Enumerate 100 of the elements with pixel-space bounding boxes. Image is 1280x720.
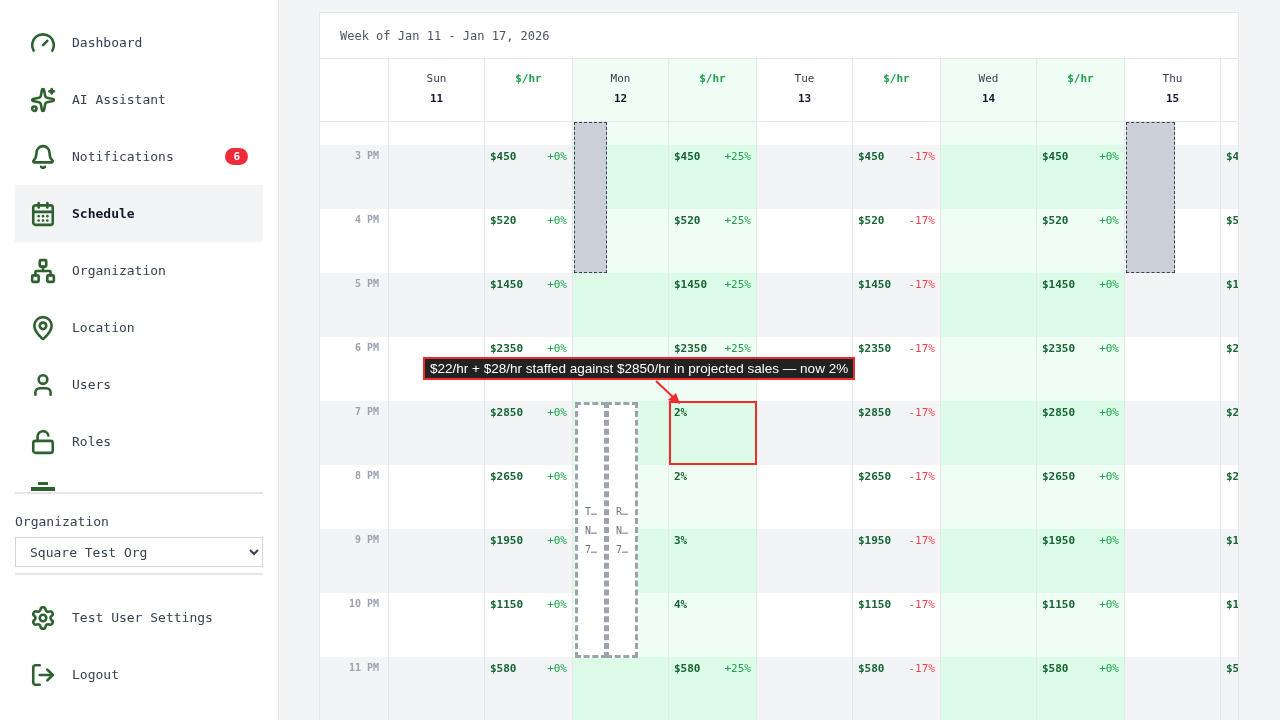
sales-amount: $1 [1226, 598, 1238, 611]
sales-amount: $1150 [490, 598, 524, 611]
labor-ratio: 4% [674, 598, 688, 611]
sales-amount: $450 [1042, 150, 1069, 163]
sales-amount: $1450 [1042, 278, 1076, 291]
sales-amount: $1950 [858, 534, 892, 547]
sales-amount: $4 [1226, 150, 1238, 163]
shift-block[interactable] [1126, 122, 1175, 273]
sales-change: +0% [547, 214, 567, 227]
rate-header: $/hr [1067, 72, 1094, 85]
sales-amount: $2 [1226, 342, 1238, 355]
rate-header: $/hr [515, 72, 542, 85]
sales-amount: $5 [1226, 214, 1238, 227]
sales-change: -17% [908, 598, 935, 611]
rate-header: $/hr [699, 72, 726, 85]
bell-icon [30, 143, 56, 170]
sales-change: -17% [908, 662, 935, 675]
sales-amount: $520 [858, 214, 885, 227]
shift-block[interactable] [574, 122, 607, 273]
sales-amount: $520 [674, 214, 701, 227]
day-name: Wed [978, 72, 999, 85]
sales-change: -17% [908, 278, 935, 291]
time-label: 8 PM [354, 470, 379, 481]
nav-item[interactable]: Roles [15, 413, 263, 470]
sales-amount: $450 [858, 150, 885, 163]
sales-change: +0% [1099, 662, 1119, 675]
sales-amount: $1950 [490, 534, 524, 547]
shift-text: T… [584, 505, 597, 517]
sales-amount: $520 [490, 214, 517, 227]
sales-amount: $2650 [490, 470, 524, 483]
sales-amount: $2 [1226, 470, 1238, 483]
callout-arrow [654, 380, 682, 406]
nav-item[interactable]: AI Assistant [15, 71, 263, 128]
unlocked-padlock-icon [30, 428, 56, 455]
sales-change: +0% [547, 150, 567, 163]
logout-icon [30, 661, 56, 688]
day-date: 11 [429, 92, 444, 105]
sales-change: +0% [547, 470, 567, 483]
open-shift-block[interactable]: R… N… 7… [606, 402, 638, 658]
sales-amount: $5 [1226, 662, 1238, 675]
sales-change: +0% [547, 406, 567, 419]
sales-amount: $2350 [1042, 342, 1076, 355]
time-label: 11 PM [348, 662, 379, 673]
sales-change: +0% [547, 342, 567, 355]
sales-amount: $580 [1042, 662, 1069, 675]
week-title: Week of Jan 11 - Jan 17, 2026 [340, 28, 550, 43]
sales-amount: $2850 [1042, 406, 1076, 419]
sales-amount: $1150 [1042, 598, 1076, 611]
time-label: 4 PM [354, 214, 379, 225]
sales-amount: $2350 [858, 342, 892, 355]
organization-select[interactable]: Square Test Org [15, 537, 263, 567]
shift-text: N… [615, 524, 628, 536]
sales-amount: $580 [490, 662, 517, 675]
sales-amount: $2350 [674, 342, 708, 355]
nav-item[interactable]: Organization [15, 242, 263, 299]
sales-change: +0% [1099, 534, 1119, 547]
nav-item[interactable]: Notifications 6 [15, 128, 263, 185]
sales-amount: $1450 [674, 278, 708, 291]
sales-amount: $580 [858, 662, 885, 675]
sales-change: +0% [1099, 470, 1119, 483]
nav-item[interactable]: Test User Settings [15, 589, 263, 646]
day-date: 14 [981, 92, 996, 105]
sales-change: +0% [547, 534, 567, 547]
labor-ratio: 2% [674, 406, 688, 419]
sales-amount: $450 [674, 150, 701, 163]
time-label: 6 PM [354, 342, 379, 353]
open-shift-block[interactable]: T… N… 7… [575, 402, 607, 658]
sales-amount: $1450 [858, 278, 892, 291]
day-date: 15 [1165, 92, 1180, 105]
sales-amount: $2650 [1042, 470, 1076, 483]
time-label: 7 PM [354, 406, 379, 417]
sales-change: -17% [908, 150, 935, 163]
count-badge: 6 [225, 148, 248, 165]
nav-item[interactable]: Schedule [15, 185, 263, 242]
sales-change: -17% [908, 406, 935, 419]
sales-change: +25% [724, 278, 751, 291]
sales-change: +0% [547, 598, 567, 611]
nav-item[interactable]: Dashboard [15, 14, 263, 71]
sales-change: +25% [724, 662, 751, 675]
callout-annotation: $22/hr + $28/hr staffed against $2850/hr in projected sales — now 2% [423, 357, 856, 380]
time-label: 9 PM [354, 534, 379, 545]
org-chart-icon [30, 257, 56, 284]
nav-item[interactable]: Logout [15, 646, 263, 703]
sales-change: +0% [1099, 342, 1119, 355]
shift-text: 7… [584, 543, 597, 555]
day-name: Tue [794, 72, 815, 85]
calendar-icon [30, 200, 56, 227]
day-name: Sun [426, 72, 447, 85]
shift-text: R… [615, 505, 628, 517]
nav-item[interactable]: Users [15, 356, 263, 413]
sales-amount: $580 [674, 662, 701, 675]
sales-change: -17% [908, 470, 935, 483]
sales-amount: $1150 [858, 598, 892, 611]
time-label: 3 PM [354, 150, 379, 161]
sales-amount: $2650 [858, 470, 892, 483]
sales-amount: $2 [1226, 406, 1238, 419]
settings-icon [30, 604, 56, 631]
nav-item[interactable]: Location [15, 299, 263, 356]
day-name: Mon [610, 72, 631, 85]
sales-amount: $1950 [1042, 534, 1076, 547]
